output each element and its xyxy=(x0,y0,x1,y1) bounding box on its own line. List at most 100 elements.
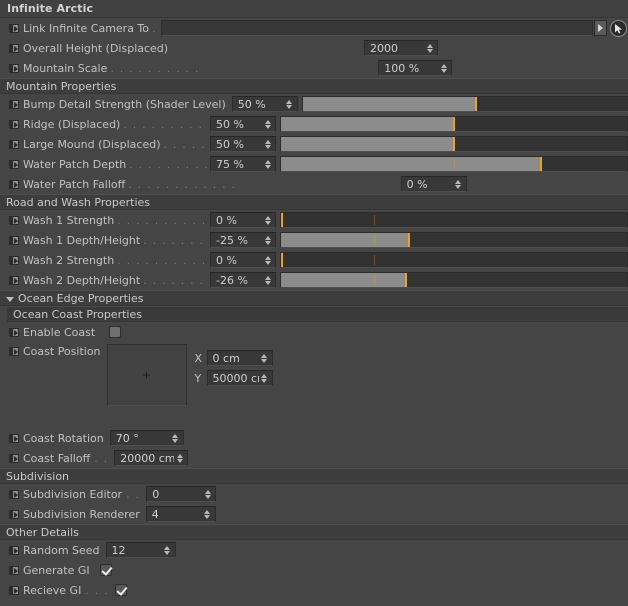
wash-property-value-field[interactable]: -25 % xyxy=(210,232,276,248)
animation-track-icon[interactable] xyxy=(9,433,19,443)
mountain-property-value-field[interactable]: 75 % xyxy=(210,156,276,172)
coast-falloff-field[interactable]: 20000 cm xyxy=(114,450,189,466)
coast-position-x-field[interactable]: 0 cm xyxy=(206,350,273,366)
animation-track-icon[interactable] xyxy=(9,453,19,463)
mountain-property-label: Water Patch Falloff xyxy=(23,177,126,191)
group-header-mountain-properties[interactable]: Mountain Properties xyxy=(0,78,628,94)
wash-property-value-field[interactable]: -26 % xyxy=(210,272,276,288)
coast-position-pad[interactable]: + xyxy=(106,344,187,406)
stepper-icon[interactable] xyxy=(262,275,273,285)
wash-property-slider[interactable] xyxy=(280,252,628,268)
mountain-property-value-field[interactable]: 50 % xyxy=(210,116,276,132)
subdivision-renderer-field[interactable]: 4 xyxy=(145,506,216,522)
stepper-icon[interactable] xyxy=(262,235,273,245)
group-header-subdivision[interactable]: Subdivision xyxy=(0,468,628,484)
wash-property-value-field[interactable]: 0 % xyxy=(210,252,276,268)
stepper-icon[interactable] xyxy=(170,433,181,443)
slider-handle[interactable] xyxy=(453,137,455,151)
enable-coast-checkbox[interactable] xyxy=(109,326,122,338)
animation-track-icon[interactable] xyxy=(9,119,19,129)
recieve-gi-label: Recieve GI xyxy=(23,583,82,597)
slider-handle[interactable] xyxy=(474,97,477,111)
generate-gi-checkbox[interactable] xyxy=(99,564,112,576)
coast-position-row: Coast Position + X 0 cm Y 50000 cn xyxy=(0,342,628,428)
animation-track-icon[interactable] xyxy=(9,545,19,555)
coast-rotation-field[interactable]: 70 ° xyxy=(109,430,184,446)
triangle-right-icon[interactable] xyxy=(593,20,607,36)
animation-track-icon[interactable] xyxy=(9,489,19,499)
group-header-ocean-edge-properties[interactable]: Ocean Edge Properties xyxy=(0,290,628,306)
link-camera-input[interactable] xyxy=(160,20,593,36)
stepper-icon[interactable] xyxy=(202,509,213,519)
random-seed-field[interactable]: 12 xyxy=(105,542,176,558)
dot-leader: . . . . . . . . . xyxy=(163,137,207,151)
coast-position-y-field[interactable]: 50000 cn xyxy=(206,370,273,386)
mountain-property-value-field[interactable]: 0 % xyxy=(400,176,467,192)
slider-handle[interactable] xyxy=(408,233,411,247)
slider-handle[interactable] xyxy=(404,273,407,287)
mountain-property-slider[interactable] xyxy=(280,116,628,132)
animation-track-icon[interactable] xyxy=(9,159,19,169)
stepper-icon[interactable] xyxy=(202,489,213,499)
animation-track-icon[interactable] xyxy=(9,99,19,109)
mountain-property-slider[interactable] xyxy=(280,136,628,152)
wash-property-label: Wash 1 Strength xyxy=(23,213,115,227)
animation-track-icon[interactable] xyxy=(9,179,19,189)
stepper-icon[interactable] xyxy=(438,63,449,73)
group-header-ocean-coast-properties[interactable]: Ocean Coast Properties xyxy=(7,306,628,322)
stepper-icon[interactable] xyxy=(262,139,273,149)
stepper-icon[interactable] xyxy=(284,99,295,109)
slider-handle[interactable] xyxy=(539,157,542,171)
subdivision-editor-field[interactable]: 0 xyxy=(146,486,217,502)
stepper-icon[interactable] xyxy=(259,373,270,383)
wash-property-label: Wash 2 Depth/Height xyxy=(23,273,141,287)
overall-height-field[interactable]: 2000 xyxy=(364,40,439,56)
animation-track-icon[interactable] xyxy=(9,63,19,73)
stepper-icon[interactable] xyxy=(424,43,435,53)
subdivision-renderer-label: Subdivision Renderer xyxy=(23,507,140,521)
mountain-property-slider[interactable] xyxy=(301,96,628,112)
group-header-road-wash-properties[interactable]: Road and Wash Properties xyxy=(0,194,628,210)
mountain-property-slider[interactable] xyxy=(280,156,628,172)
animation-track-icon[interactable] xyxy=(9,347,19,356)
animation-track-icon[interactable] xyxy=(9,23,19,33)
stepper-icon[interactable] xyxy=(262,119,273,129)
cursor-pick-icon[interactable] xyxy=(609,19,627,37)
mountain-property-value-field[interactable]: 50 % xyxy=(231,96,298,112)
wash-property-slider[interactable] xyxy=(280,272,628,288)
stepper-icon[interactable] xyxy=(259,353,270,363)
animation-track-icon[interactable] xyxy=(9,255,19,265)
animation-track-icon[interactable] xyxy=(9,509,19,519)
coast-position-label: Coast Position xyxy=(23,345,101,358)
animation-track-icon[interactable] xyxy=(9,43,19,53)
slider-handle[interactable] xyxy=(281,253,283,267)
animation-track-icon[interactable] xyxy=(9,565,19,575)
wash-property-value-field[interactable]: 0 % xyxy=(210,212,276,228)
stepper-icon[interactable] xyxy=(262,159,273,169)
stepper-icon[interactable] xyxy=(262,215,273,225)
slider-handle[interactable] xyxy=(453,117,455,131)
wash-property-slider[interactable] xyxy=(280,212,628,228)
slider-default-tick xyxy=(374,275,376,285)
stepper-icon[interactable] xyxy=(174,453,185,463)
animation-track-icon[interactable] xyxy=(9,215,19,225)
mountain-property-row: Water Patch Falloff. . . . . . . . . . .… xyxy=(0,174,628,194)
animation-track-icon[interactable] xyxy=(9,275,19,285)
mountain-property-value-field[interactable]: 50 % xyxy=(210,136,276,152)
mountain-scale-label: Mountain Scale xyxy=(23,61,108,75)
stepper-icon[interactable] xyxy=(162,545,173,555)
chevron-down-icon[interactable] xyxy=(6,296,14,302)
animation-track-icon[interactable] xyxy=(9,327,19,337)
recieve-gi-checkbox[interactable] xyxy=(114,584,127,596)
slider-handle[interactable] xyxy=(281,213,283,227)
wash-property-slider[interactable] xyxy=(280,232,628,248)
animation-track-icon[interactable] xyxy=(9,585,19,595)
animation-track-icon[interactable] xyxy=(9,139,19,149)
mountain-property-row: Water Patch Depth. . . . . . . . . . . .… xyxy=(0,154,628,174)
mountain-scale-field[interactable]: 100 % xyxy=(378,60,453,76)
group-header-other-details[interactable]: Other Details xyxy=(0,524,628,540)
stepper-icon[interactable] xyxy=(262,255,273,265)
stepper-icon[interactable] xyxy=(453,179,464,189)
subdivision-editor-label: Subdivision Editor xyxy=(23,487,123,501)
animation-track-icon[interactable] xyxy=(9,235,19,245)
